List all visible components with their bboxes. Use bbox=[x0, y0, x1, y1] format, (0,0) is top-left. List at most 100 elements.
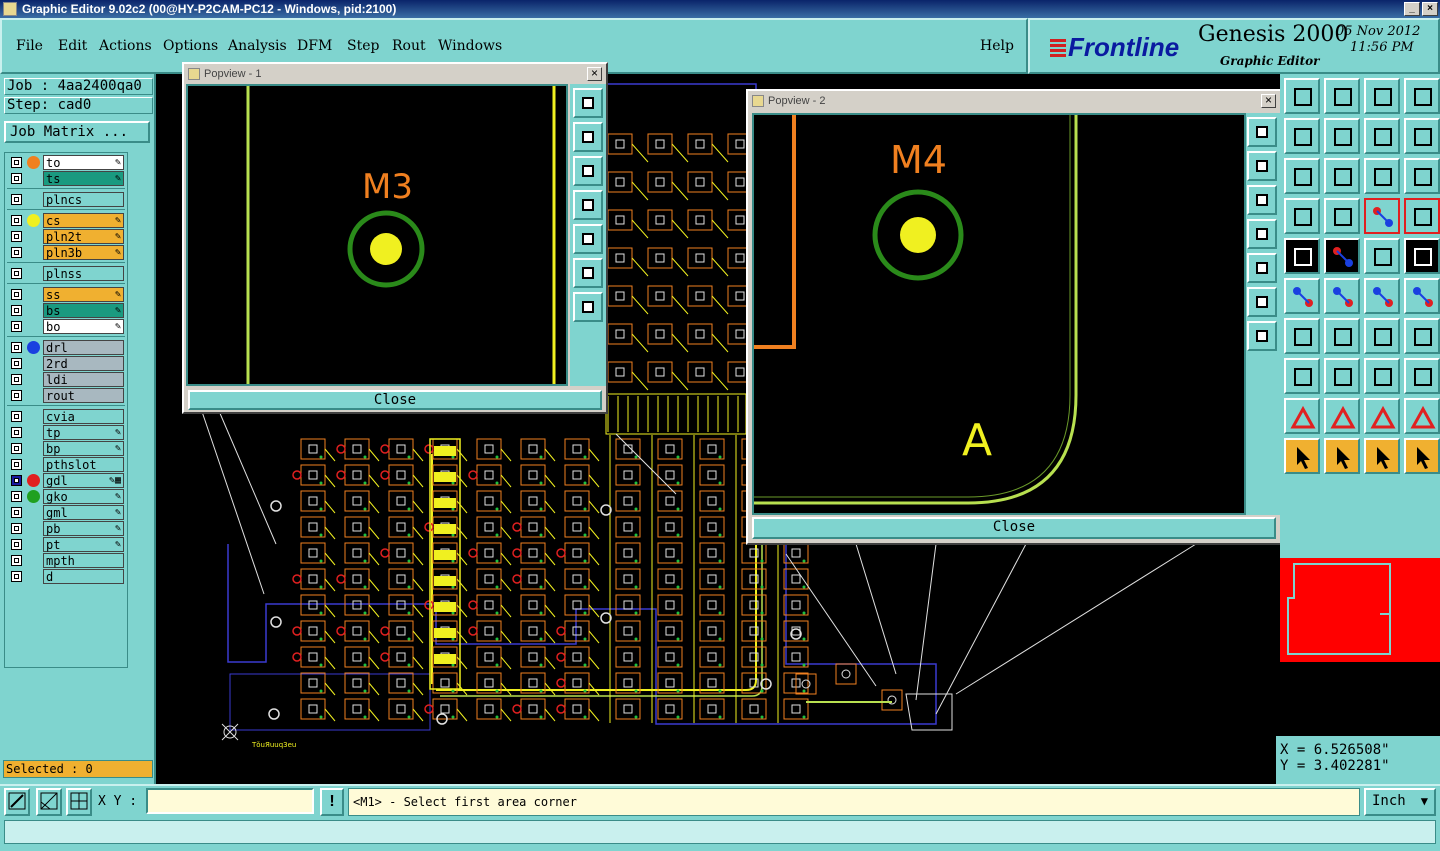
frame-icon[interactable] bbox=[1404, 318, 1440, 354]
popview-2-close-icon[interactable]: × bbox=[1261, 94, 1276, 108]
layer-row-ss[interactable]: ss ✎ bbox=[7, 287, 127, 302]
layer-name[interactable]: drl bbox=[43, 340, 124, 355]
menu-analysis[interactable]: Analysis bbox=[228, 38, 287, 54]
layer-name[interactable]: ldi bbox=[43, 372, 124, 387]
menu-windows[interactable]: Windows bbox=[438, 38, 502, 54]
layer-name[interactable]: pln2t ✎ bbox=[43, 229, 124, 244]
overview-minimap[interactable] bbox=[1280, 558, 1440, 736]
pointer-alt-icon[interactable] bbox=[1364, 438, 1400, 474]
layer-name[interactable]: cs ✎ bbox=[43, 213, 124, 228]
layer-checkbox[interactable] bbox=[11, 523, 22, 534]
pan-right-icon[interactable] bbox=[573, 224, 603, 254]
pan-left-icon[interactable] bbox=[1247, 219, 1277, 249]
layer-checkbox[interactable] bbox=[11, 173, 22, 184]
pan-up-icon[interactable] bbox=[1247, 151, 1277, 181]
arc-bridge-icon[interactable] bbox=[1364, 398, 1400, 434]
pan-down-icon[interactable] bbox=[1247, 185, 1277, 215]
popview-1-close-button[interactable]: Close bbox=[188, 390, 602, 410]
layer-row-ldi[interactable]: ldi bbox=[7, 372, 127, 387]
layer-checkbox[interactable] bbox=[11, 443, 22, 454]
layer-row-bo[interactable]: bo ✎ bbox=[7, 319, 127, 334]
layer-row-plnss[interactable]: plnss bbox=[7, 266, 127, 281]
layer-row-rout[interactable]: rout bbox=[7, 388, 127, 403]
arc-bridge-2-icon[interactable] bbox=[1404, 398, 1440, 434]
layer-checkbox[interactable] bbox=[11, 555, 22, 566]
layer-row-pln2t[interactable]: pln2t ✎ bbox=[7, 229, 127, 244]
layer-row-gml[interactable]: gml ✎ bbox=[7, 505, 127, 520]
job-matrix-button[interactable]: Job Matrix ... bbox=[4, 121, 150, 143]
layer-name[interactable]: pt ✎ bbox=[43, 537, 124, 552]
popview-2-close-button[interactable]: Close bbox=[752, 517, 1276, 539]
menu-edit[interactable]: Edit bbox=[58, 38, 87, 54]
layer-name[interactable]: 2rd bbox=[43, 356, 124, 371]
move-right-icon[interactable] bbox=[1324, 118, 1360, 154]
pan-left-icon[interactable] bbox=[573, 190, 603, 220]
layer-row-pt[interactable]: pt ✎ bbox=[7, 537, 127, 552]
layer-checkbox[interactable] bbox=[11, 459, 22, 470]
layer-name[interactable]: to ✎ bbox=[43, 155, 124, 170]
pad-icon[interactable] bbox=[1284, 238, 1320, 274]
layer-row-to[interactable]: to ✎ bbox=[7, 155, 127, 170]
attributes-icon[interactable] bbox=[1284, 198, 1320, 234]
layer-row-plncs[interactable]: plncs bbox=[7, 192, 127, 207]
rotate-arc-icon[interactable] bbox=[1364, 318, 1400, 354]
layer-checkbox[interactable] bbox=[11, 507, 22, 518]
scale-1-2-icon[interactable] bbox=[1364, 158, 1400, 194]
layer-checkbox[interactable] bbox=[11, 342, 22, 353]
line-icon[interactable] bbox=[1324, 318, 1360, 354]
layer-checkbox[interactable] bbox=[11, 268, 22, 279]
help-icon[interactable] bbox=[1404, 158, 1440, 194]
menu-options[interactable]: Options bbox=[163, 38, 218, 54]
layer-checkbox[interactable] bbox=[11, 374, 22, 385]
snap-point-2-icon[interactable] bbox=[1404, 278, 1440, 314]
cross-icon[interactable] bbox=[1324, 278, 1360, 314]
menu-actions[interactable]: Actions bbox=[99, 38, 152, 54]
popview-1-view[interactable]: M3 bbox=[186, 84, 568, 386]
layer-row-cs[interactable]: cs ✎ bbox=[7, 213, 127, 228]
layer-row-bs[interactable]: bs ✎ bbox=[7, 303, 127, 318]
layer-name[interactable]: plnss bbox=[43, 266, 124, 281]
via-icon[interactable] bbox=[1284, 358, 1320, 394]
layer-row-2rd[interactable]: 2rd bbox=[7, 356, 127, 371]
layer-name[interactable]: mpth bbox=[43, 553, 124, 568]
triangle-icon[interactable] bbox=[1284, 398, 1320, 434]
menu-file[interactable]: File bbox=[16, 38, 43, 54]
zoom-fit-icon[interactable] bbox=[1247, 117, 1277, 147]
ruler-icon[interactable] bbox=[1364, 238, 1400, 274]
layer-row-pthslot[interactable]: pthslot bbox=[7, 457, 127, 472]
layer-checkbox[interactable] bbox=[11, 427, 22, 438]
mirror-icon[interactable] bbox=[1364, 118, 1400, 154]
layer-name[interactable]: pb ✎ bbox=[43, 521, 124, 536]
zoom-center-icon[interactable] bbox=[1324, 158, 1360, 194]
layer-row-pb[interactable]: pb ✎ bbox=[7, 521, 127, 536]
layer-checkbox[interactable] bbox=[11, 475, 22, 486]
layer-checkbox[interactable] bbox=[11, 215, 22, 226]
layer-name[interactable]: tp ✎ bbox=[43, 425, 124, 440]
layer-checkbox[interactable] bbox=[11, 321, 22, 332]
net-select-icon[interactable] bbox=[1404, 198, 1440, 234]
move-left-icon[interactable] bbox=[1284, 118, 1320, 154]
layer-name[interactable]: plncs bbox=[43, 192, 124, 207]
layer-name[interactable]: bs ✎ bbox=[43, 303, 124, 318]
copy-up-icon[interactable] bbox=[1284, 78, 1320, 114]
dimension-icon[interactable] bbox=[1364, 358, 1400, 394]
popview-1-close-icon[interactable]: × bbox=[587, 67, 602, 81]
layer-checkbox[interactable] bbox=[11, 305, 22, 316]
menu-dfm[interactable]: DFM bbox=[297, 38, 332, 54]
layer-row-d[interactable]: d bbox=[7, 569, 127, 584]
copy-down-icon[interactable] bbox=[1324, 78, 1360, 114]
circle-select-icon[interactable] bbox=[1404, 238, 1440, 274]
zoom-fit-icon[interactable] bbox=[573, 88, 603, 118]
zoom-area-icon[interactable] bbox=[4, 788, 30, 816]
pointer-box-icon[interactable] bbox=[1324, 438, 1360, 474]
zoom-in-icon[interactable] bbox=[573, 258, 603, 288]
layer-checkbox[interactable] bbox=[11, 390, 22, 401]
bar-icon[interactable] bbox=[1324, 358, 1360, 394]
layer-row-mpth[interactable]: mpth bbox=[7, 553, 127, 568]
unit-selector[interactable]: Inch ▼ bbox=[1364, 788, 1436, 816]
rotate-icon[interactable] bbox=[1404, 118, 1440, 154]
layer-name[interactable]: gdl ✎▦ bbox=[43, 473, 124, 488]
layer-checkbox[interactable] bbox=[11, 539, 22, 550]
layer-name[interactable]: pln3b ✎ bbox=[43, 245, 124, 260]
pan-right-icon[interactable] bbox=[1247, 253, 1277, 283]
